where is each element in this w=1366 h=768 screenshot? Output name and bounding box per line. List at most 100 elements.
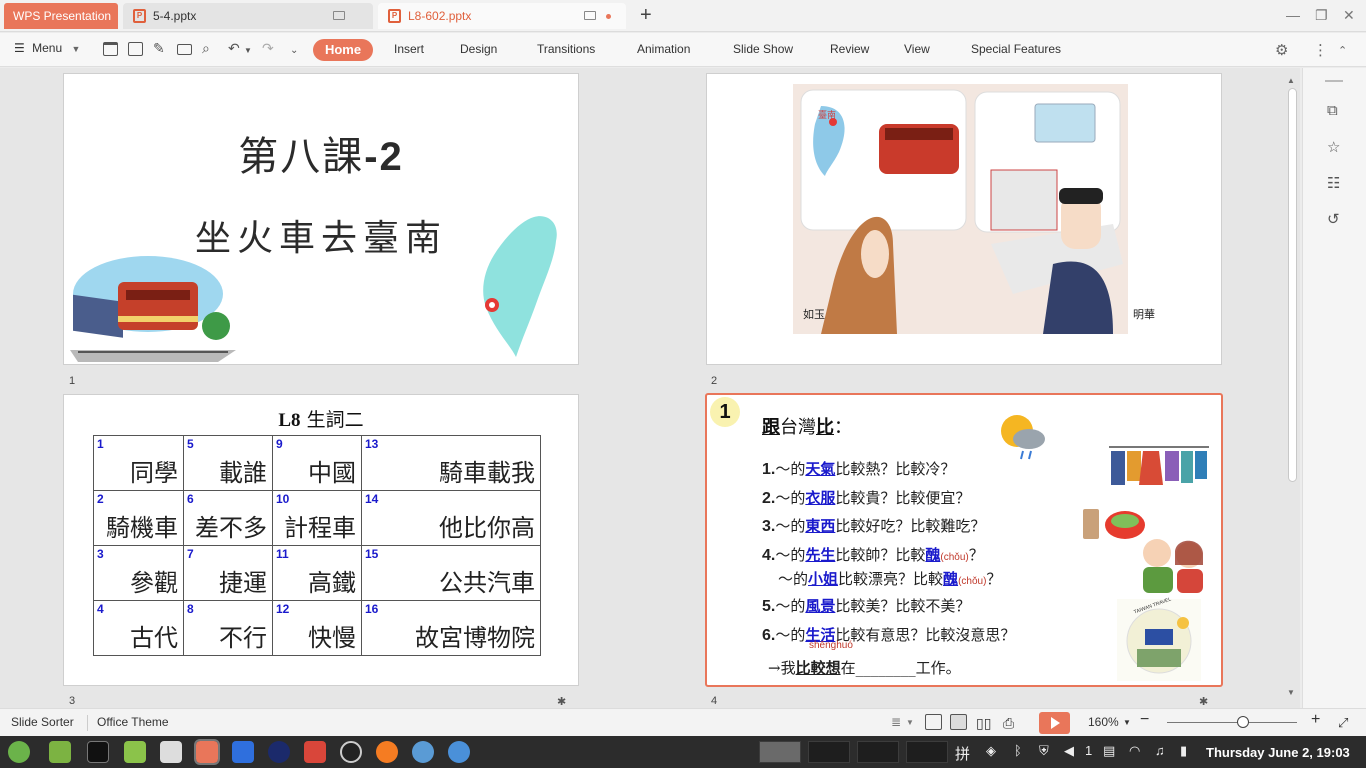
question-keyword: 風景 xyxy=(805,597,836,615)
format-painter-icon[interactable]: ✎ xyxy=(153,40,165,56)
tab-slide-show[interactable]: Slide Show xyxy=(733,42,793,56)
question-number: 3. xyxy=(762,518,776,535)
vocab-number: 16 xyxy=(365,602,379,616)
minimize-icon[interactable]: — xyxy=(1286,7,1300,23)
sound-icon[interactable]: ♫ xyxy=(1155,743,1165,758)
input-method-icon[interactable]: 拼 xyxy=(955,743,970,764)
reading-view-icon[interactable]: ▯▯ xyxy=(976,715,991,732)
image-viewer-icon[interactable] xyxy=(304,741,326,763)
tab-insert[interactable]: Insert xyxy=(394,42,424,56)
properties-sliders-icon[interactable]: ☷ xyxy=(1327,174,1340,192)
notes-dropdown-icon[interactable]: ▼ xyxy=(906,718,914,727)
open-folder-icon[interactable] xyxy=(103,42,118,56)
fit-window-icon[interactable]: ⤢ xyxy=(1338,715,1348,731)
menu-button[interactable]: ☰ Menu ▼ xyxy=(14,41,80,55)
wps-writer-icon[interactable] xyxy=(232,741,254,763)
slide-thumbnail-2[interactable]: 如玉 明華 臺南 xyxy=(706,73,1222,365)
slide-sorter-view-icon[interactable] xyxy=(950,714,967,730)
zoom-in-icon[interactable]: + xyxy=(1311,711,1320,729)
history-icon[interactable]: ↺ xyxy=(1327,210,1340,228)
presenter-view-icon[interactable]: ⎙ xyxy=(1003,715,1014,732)
terminal-icon[interactable] xyxy=(87,741,109,763)
zoom-dropdown-icon[interactable]: ▼ xyxy=(1123,718,1131,727)
panel-handle[interactable] xyxy=(1325,80,1343,82)
normal-view-icon[interactable] xyxy=(925,714,942,730)
workspace-switcher-3[interactable] xyxy=(857,741,899,763)
wifi-icon[interactable]: ◠ xyxy=(1129,743,1140,759)
browser-icon[interactable] xyxy=(412,741,434,763)
firefox-icon[interactable] xyxy=(376,741,398,763)
scroll-thumb[interactable] xyxy=(1288,88,1297,482)
animation-icon[interactable]: ☆ xyxy=(1327,138,1340,156)
save-icon[interactable] xyxy=(128,42,143,56)
undo-icon[interactable]: ↶ xyxy=(228,40,240,56)
tab-transitions[interactable]: Transitions xyxy=(537,42,595,56)
question-line-2: 2.～的衣服比較貴？比較便宜？ xyxy=(762,487,970,508)
workspace-switcher-2[interactable] xyxy=(808,741,850,763)
zoom-slider-track[interactable] xyxy=(1167,722,1297,723)
print-icon[interactable] xyxy=(177,44,192,55)
collapse-ribbon-icon[interactable]: ⌃ xyxy=(1338,44,1347,57)
app-icon[interactable] xyxy=(268,741,290,763)
tab-view[interactable]: View xyxy=(904,42,930,56)
bluetooth-icon[interactable]: ᛒ xyxy=(1014,743,1022,758)
question-line-4b: ～的小姐比較漂亮？比較醜(chǒu)？ xyxy=(778,568,1001,589)
redo-icon[interactable]: ↷ xyxy=(262,40,274,56)
tab-design[interactable]: Design xyxy=(460,42,497,56)
dropbox-icon[interactable]: ◈ xyxy=(986,743,996,759)
vocab-word: 古代 xyxy=(130,624,178,652)
obs-icon[interactable] xyxy=(340,741,362,763)
battery-icon[interactable]: ▮ xyxy=(1180,743,1187,759)
mint-menu-icon[interactable] xyxy=(8,741,30,763)
zoom-slider-handle[interactable] xyxy=(1237,716,1249,728)
notes-icon[interactable]: ≣ xyxy=(891,715,901,729)
vocab-cell: 12 快慢 xyxy=(272,600,362,656)
scroll-down-icon[interactable]: ▼ xyxy=(1287,688,1295,697)
customize-dropdown-icon[interactable]: ⌄ xyxy=(290,43,298,59)
restore-icon[interactable]: ❐ xyxy=(1315,7,1328,24)
monitor-icon[interactable] xyxy=(584,11,596,20)
wps-presentation-taskbar-icon[interactable] xyxy=(194,739,220,765)
clipboard-icon[interactable]: ▤ xyxy=(1103,743,1115,759)
settings-gear-icon[interactable]: ⚙ xyxy=(1275,41,1288,59)
workspace-switcher-4[interactable] xyxy=(906,741,948,763)
new-tab-plus-icon[interactable]: + xyxy=(640,5,652,25)
scroll-up-icon[interactable]: ▲ xyxy=(1287,76,1295,85)
heading-part: 台灣 xyxy=(780,417,816,438)
print-preview-icon[interactable]: ⌕ xyxy=(202,40,210,56)
question-number: 5. xyxy=(762,598,776,615)
tab-special-features[interactable]: Special Features xyxy=(971,42,1061,56)
chromium-icon[interactable] xyxy=(448,741,470,763)
tab-animation[interactable]: Animation xyxy=(637,42,690,56)
question-prefix: ～的 xyxy=(775,597,806,615)
zoom-out-icon[interactable]: − xyxy=(1140,711,1149,729)
vocab-cell: 11 高鐵 xyxy=(272,545,362,601)
tab-review[interactable]: Review xyxy=(830,42,869,56)
vertical-scrollbar[interactable]: ▲ ▼ xyxy=(1285,72,1299,700)
app-tab[interactable]: WPS Presentation xyxy=(4,3,118,29)
vocab-cell: 9 中國 xyxy=(272,435,362,491)
files-folder-icon[interactable] xyxy=(124,741,146,763)
monitor-icon[interactable] xyxy=(333,11,345,20)
notifications-icon[interactable]: ◀ xyxy=(1064,743,1074,759)
more-options-icon[interactable]: ⋮ xyxy=(1313,41,1328,59)
clock[interactable]: Thursday June 2, 19:03 xyxy=(1206,745,1350,760)
software-manager-icon[interactable] xyxy=(160,741,182,763)
slide-layout-icon[interactable]: ⧉ xyxy=(1327,102,1338,119)
document-tab-l8-602[interactable]: P L8-602.pptx xyxy=(378,3,626,29)
theme-name-label[interactable]: Office Theme xyxy=(97,715,169,729)
workspace-switcher-1[interactable] xyxy=(759,741,801,763)
shield-icon[interactable]: ⛨ xyxy=(1039,743,1049,759)
slide-sorter-label[interactable]: Slide Sorter xyxy=(11,715,74,729)
zoom-level[interactable]: 160% xyxy=(1088,715,1119,729)
play-slideshow-button[interactable] xyxy=(1039,712,1070,734)
slide-number-1: 1 xyxy=(69,375,76,387)
tab-home[interactable]: Home xyxy=(313,39,373,61)
undo-dropdown-icon[interactable]: ▼ xyxy=(244,43,252,59)
close-icon[interactable]: ✕ xyxy=(1343,7,1355,24)
show-desktop-icon[interactable] xyxy=(49,741,71,763)
slide-thumbnail-3[interactable]: L8 生詞二 1 同學 5 載誰 9 中國 13 騎車載我 2 騎機車 6 差不多 10 計程… xyxy=(63,394,579,686)
slide-thumbnail-4[interactable]: 1 跟台灣比： 1.～的天氣比較熱？比較冷？ 2.～的衣服比較貴？比較便宜？ 3… xyxy=(705,393,1223,687)
document-tab-5-4[interactable]: P 5-4.pptx xyxy=(123,3,373,29)
slide-thumbnail-1[interactable]: 第八課-2 坐火車去臺南 xyxy=(63,73,579,365)
